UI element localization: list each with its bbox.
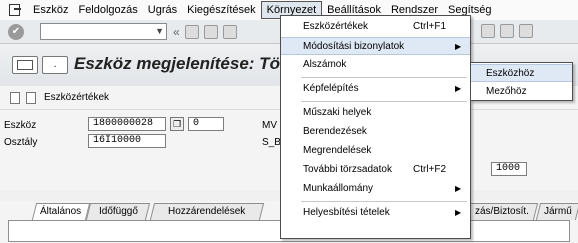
menu-separator bbox=[301, 101, 467, 102]
menu-item-label: Munkaállomány bbox=[303, 183, 374, 194]
menu-item-shortcut: Ctrl+F2 bbox=[413, 164, 447, 175]
tab-hozzarendelesek[interactable]: Hozzárendelések bbox=[149, 203, 265, 220]
chevron-down-icon[interactable]: ▼ bbox=[155, 26, 164, 36]
save-icon[interactable] bbox=[184, 24, 199, 39]
menu-item-label: Alszámok bbox=[303, 59, 347, 70]
menu-item-correction-items[interactable]: Helyesbítési tételek ▶ bbox=[281, 204, 470, 222]
submenu-item-label: Eszközhöz bbox=[486, 68, 535, 79]
submenu-item-for-field[interactable]: Mezőhöz bbox=[471, 83, 572, 101]
asset-number-field[interactable]: 1800000028 bbox=[88, 117, 166, 131]
command-field[interactable]: ▼ bbox=[40, 23, 167, 40]
menu-ugras[interactable]: Ugrás bbox=[143, 2, 182, 18]
tab-label: Jármű bbox=[544, 206, 572, 217]
back-nav-icon[interactable] bbox=[203, 24, 218, 39]
submenu-arrow-icon: ▶ bbox=[455, 84, 462, 93]
menu-item-equipment[interactable]: Berendezések bbox=[281, 123, 470, 141]
enter-button[interactable]: ✔ bbox=[8, 23, 24, 40]
settings-icon[interactable] bbox=[519, 24, 533, 38]
menu-item-change-documents[interactable]: Módosítási bizonylatok ▶ bbox=[281, 37, 470, 55]
layout-icon[interactable] bbox=[481, 24, 495, 38]
exit-icon[interactable] bbox=[8, 3, 24, 17]
menu-item-asset-values[interactable]: Eszközértékek Ctrl+F1 bbox=[281, 18, 470, 36]
menu-item-more-master-data[interactable]: További törzsadatok Ctrl+F2 bbox=[281, 161, 470, 179]
menu-item-functional-locations[interactable]: Műszaki helyek bbox=[281, 104, 470, 122]
submenu-arrow-icon: ▶ bbox=[455, 208, 462, 217]
tab-label: zás/Biztosít. bbox=[475, 206, 529, 217]
document-search-icon[interactable] bbox=[26, 91, 36, 104]
change-documents-submenu: Eszközhöz Mezőhöz bbox=[470, 62, 573, 101]
company-code-field[interactable]: 1000 bbox=[491, 162, 527, 176]
page-title: Eszköz megjelenítése: Törz bbox=[74, 54, 296, 73]
document-icon[interactable] bbox=[10, 91, 20, 104]
menu-item-label: Megrendelések bbox=[303, 145, 372, 156]
menu-eszkoz[interactable]: Eszköz bbox=[28, 2, 73, 18]
menu-item-label: Módosítási bizonylatok bbox=[303, 41, 405, 52]
back-icon[interactable]: « bbox=[173, 25, 180, 39]
tab-idofuggo[interactable]: Időfüggő bbox=[85, 203, 151, 220]
menu-item-label: Helyesbítési tételek bbox=[303, 207, 390, 218]
mv-label: MV bbox=[262, 120, 277, 131]
asset-values-button[interactable]: Eszközértékek bbox=[44, 92, 109, 103]
copy-icon[interactable]: ❐ bbox=[170, 117, 184, 131]
tab-label: Időfüggő bbox=[98, 206, 138, 217]
menu-item-screen-layout[interactable]: Képfelépítés ▶ bbox=[281, 80, 470, 98]
class-field[interactable]: 16I10000 bbox=[88, 134, 166, 148]
subnumber-field[interactable]: 0 bbox=[188, 117, 224, 131]
tab-label: Hozzárendelések bbox=[168, 206, 246, 217]
help-icon[interactable] bbox=[500, 24, 514, 38]
exit-nav-icon[interactable] bbox=[222, 24, 237, 39]
menu-item-subnumbers[interactable]: Alszámok bbox=[281, 56, 470, 74]
menu-item-orders[interactable]: Megrendelések bbox=[281, 142, 470, 160]
menu-item-shortcut: Ctrl+F1 bbox=[413, 21, 447, 32]
tab-biztositas[interactable]: zás/Biztosít. bbox=[465, 203, 539, 220]
menu-item-label: Eszközértékek bbox=[303, 21, 369, 32]
tab-altalanos[interactable]: Általános bbox=[31, 203, 91, 220]
menu-separator bbox=[301, 201, 467, 202]
asset-label: Eszköz bbox=[4, 120, 37, 131]
submenu-item-for-asset[interactable]: Eszközhöz bbox=[471, 64, 572, 82]
display-icon[interactable] bbox=[12, 56, 38, 74]
menu-item-label: Képfelépítés bbox=[303, 83, 359, 94]
submenu-arrow-icon: ▶ bbox=[455, 42, 462, 51]
menu-item-label: További törzsadatok bbox=[303, 164, 392, 175]
class-label: Osztály bbox=[4, 137, 38, 148]
menu-item-worklist[interactable]: Munkaállomány ▶ bbox=[281, 180, 470, 198]
menu-kiegeszitesek[interactable]: Kiegészítések bbox=[182, 2, 260, 18]
sb-label: S_B bbox=[262, 137, 281, 148]
environment-menu: Eszközértékek Ctrl+F1 Módosítási bizonyl… bbox=[280, 15, 471, 239]
tab-label: Általános bbox=[40, 206, 82, 217]
tab-jarmu[interactable]: Jármű bbox=[535, 203, 578, 220]
menu-feldolgozas[interactable]: Feldolgozás bbox=[73, 2, 142, 18]
menu-item-label: Berendezések bbox=[303, 126, 367, 137]
submenu-item-label: Mezőhöz bbox=[486, 86, 527, 97]
submenu-arrow-icon: ▶ bbox=[455, 184, 462, 193]
menu-toggle-icon[interactable]: . bbox=[42, 56, 68, 74]
menu-item-label: Műszaki helyek bbox=[303, 107, 372, 118]
menu-separator bbox=[301, 77, 467, 78]
